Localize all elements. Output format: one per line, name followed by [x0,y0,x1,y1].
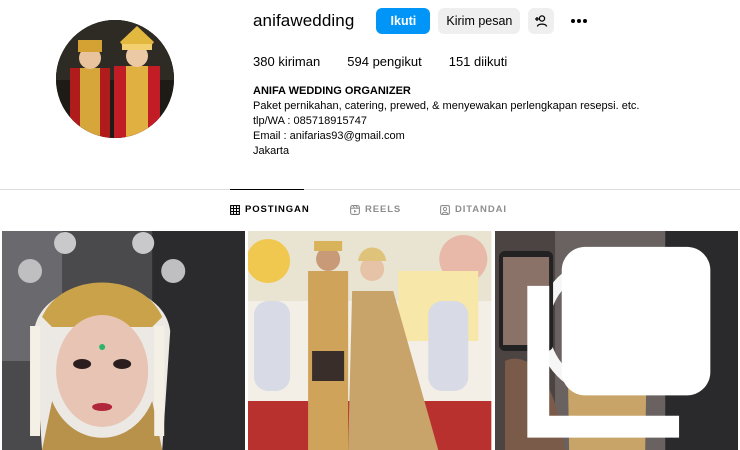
tabs-divider [0,189,740,190]
more-options-button[interactable] [566,8,592,34]
followers-label: pengikut [372,54,422,69]
following-stat[interactable]: 151 diikuti [449,54,508,69]
username: anifawedding [253,11,355,30]
suggest-accounts-button[interactable] [528,8,555,34]
post-thumbnail[interactable] [494,231,738,450]
grid-icon [230,204,240,215]
person-plus-icon [535,15,548,27]
post-thumbnail[interactable] [248,231,492,450]
tab-tagged-label: DITANDAI [455,204,507,215]
tab-tagged[interactable]: DITANDAI [440,204,507,215]
post-image-bride-closeup [2,231,246,450]
tab-posts[interactable]: POSTINGAN [230,204,310,215]
profile-tabs: POSTINGAN REELS DITANDAI [0,204,740,218]
tab-reels-label: REELS [365,204,402,215]
posts-count: 380 [253,54,275,69]
multiple-photos-icon [526,246,710,438]
posts-stat: 380 kiriman [253,54,320,69]
profile-header: anifawedding Ikuti Kirim pesan [253,8,600,34]
bio-phone: tlp/WA : 085718915747 [253,115,367,127]
post-image-couple-standing [248,231,492,450]
bio-line: Paket pernikahan, catering, prewed, & me… [253,100,640,112]
followers-stat[interactable]: 594 pengikut [347,54,421,69]
post-thumbnail[interactable] [2,231,246,450]
more-dots-icon [571,19,588,23]
followers-count: 594 [347,54,369,69]
posts-grid [2,231,738,450]
following-label: diikuti [474,54,508,69]
posts-label: kiriman [278,54,321,69]
profile-stats: 380 kiriman 594 pengikut 151 diikuti [253,54,534,69]
active-tab-indicator [230,189,304,190]
following-count: 151 [448,54,471,69]
bio-location: Jakarta [253,145,290,157]
bio-email: Email : anifarias93@gmail.com [253,130,405,142]
reels-icon [350,204,360,215]
tab-posts-label: POSTINGAN [245,204,310,215]
avatar-image [56,20,174,138]
message-button[interactable]: Kirim pesan [438,8,521,34]
tagged-icon [440,204,450,215]
profile-bio: ANIFA WEDDING ORGANIZER Paket pernikahan… [253,84,639,159]
tab-reels[interactable]: REELS [350,204,401,215]
follow-button[interactable]: Ikuti [376,8,431,34]
profile-avatar[interactable] [56,20,174,138]
bio-name: ANIFA WEDDING ORGANIZER [253,85,411,97]
